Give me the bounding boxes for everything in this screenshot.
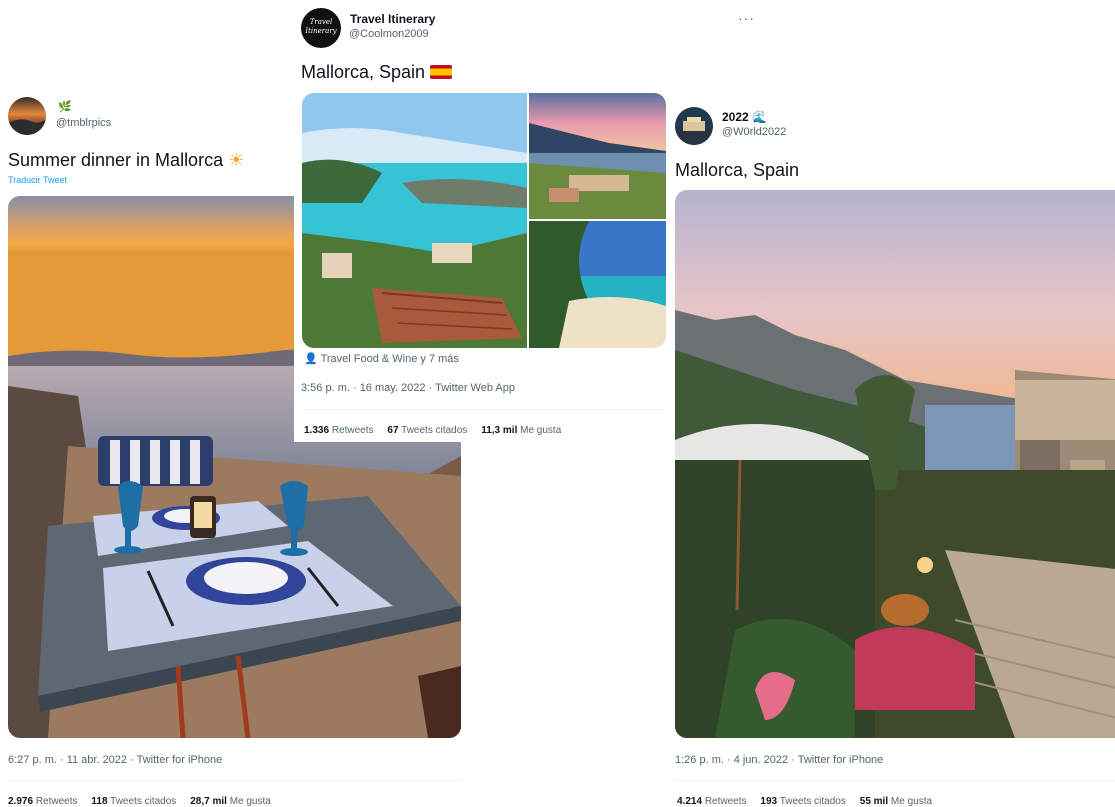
likes-count[interactable]: 11,3 mil Me gusta [481, 425, 561, 436]
tweet-stats: 4.214 Retweets 193 Tweets citados 55 mil… [677, 796, 932, 807]
divider [675, 780, 1115, 781]
quotes-count[interactable]: 193 Tweets citados [760, 796, 845, 807]
tweet-stats: 1.336 Retweets 67 Tweets citados 11,3 mi… [304, 425, 561, 436]
display-name[interactable]: 2022 🌊 [722, 110, 767, 124]
more-options-button[interactable]: ··· [738, 10, 755, 26]
divider [8, 780, 461, 781]
tweet-text: Mallorca, Spain [675, 160, 800, 180]
person-icon: 👤 [304, 353, 318, 365]
tweet-timestamp[interactable]: 3:56 p. m. · 16 may. 2022 · Twitter Web … [301, 382, 515, 394]
tweet-timestamp[interactable]: 1:26 p. m. · 4 jun. 2022 · Twitter for i… [675, 754, 883, 766]
photo-grid [302, 93, 666, 348]
tweet-right: 2022 🌊 @W0rld2022 Mallorca, Spain 1:26 p… [665, 104, 1115, 807]
tweet-stats: 2.976 Retweets 118 Tweets citados 28,7 m… [8, 796, 271, 807]
retweets-count[interactable]: 4.214 Retweets [677, 796, 747, 807]
avatar[interactable] [8, 97, 46, 135]
handle[interactable]: @Coolmon2009 [349, 28, 429, 40]
tweet-photo[interactable] [529, 93, 666, 219]
tagged-users[interactable]: 👤 Travel Food & Wine y 7 más [304, 352, 459, 365]
wave-icon: 🌊 [752, 110, 767, 124]
sun-icon: ☀ [228, 150, 245, 170]
handle[interactable]: @W0rld2022 [722, 126, 786, 138]
tweet-text: Summer dinner in Mallorca ☀ [8, 150, 245, 170]
divider [301, 409, 666, 410]
tweet-text: Mallorca, Spain [301, 62, 453, 83]
likes-count[interactable]: 55 mil Me gusta [860, 796, 932, 807]
display-name[interactable]: Travel Itinerary [350, 12, 435, 26]
tweet-photo[interactable] [302, 93, 527, 348]
spain-flag-icon [430, 65, 453, 79]
tweet-photo[interactable] [529, 221, 666, 348]
tweet-photo[interactable] [675, 190, 1115, 738]
tweet-timestamp[interactable]: 6:27 p. m. · 11 abr. 2022 · Twitter for … [8, 754, 222, 766]
quotes-count[interactable]: 67 Tweets citados [387, 425, 467, 436]
avatar[interactable] [675, 107, 713, 145]
handle[interactable]: @tmblrpics [56, 117, 111, 129]
leaf-icon: 🌿 [58, 101, 72, 113]
avatar-logo-text: Travel Itinerary [305, 18, 337, 35]
likes-count[interactable]: 28,7 mil Me gusta [190, 796, 271, 807]
translate-link[interactable]: Traducir Tweet [8, 175, 67, 185]
avatar[interactable]: Travel Itinerary [301, 8, 341, 48]
tweet-middle: Travel Itinerary Travel Itinerary @Coolmo… [294, 0, 666, 442]
retweets-count[interactable]: 1.336 Retweets [304, 425, 374, 436]
retweets-count[interactable]: 2.976 Retweets [8, 796, 78, 807]
quotes-count[interactable]: 118 Tweets citados [91, 796, 176, 807]
